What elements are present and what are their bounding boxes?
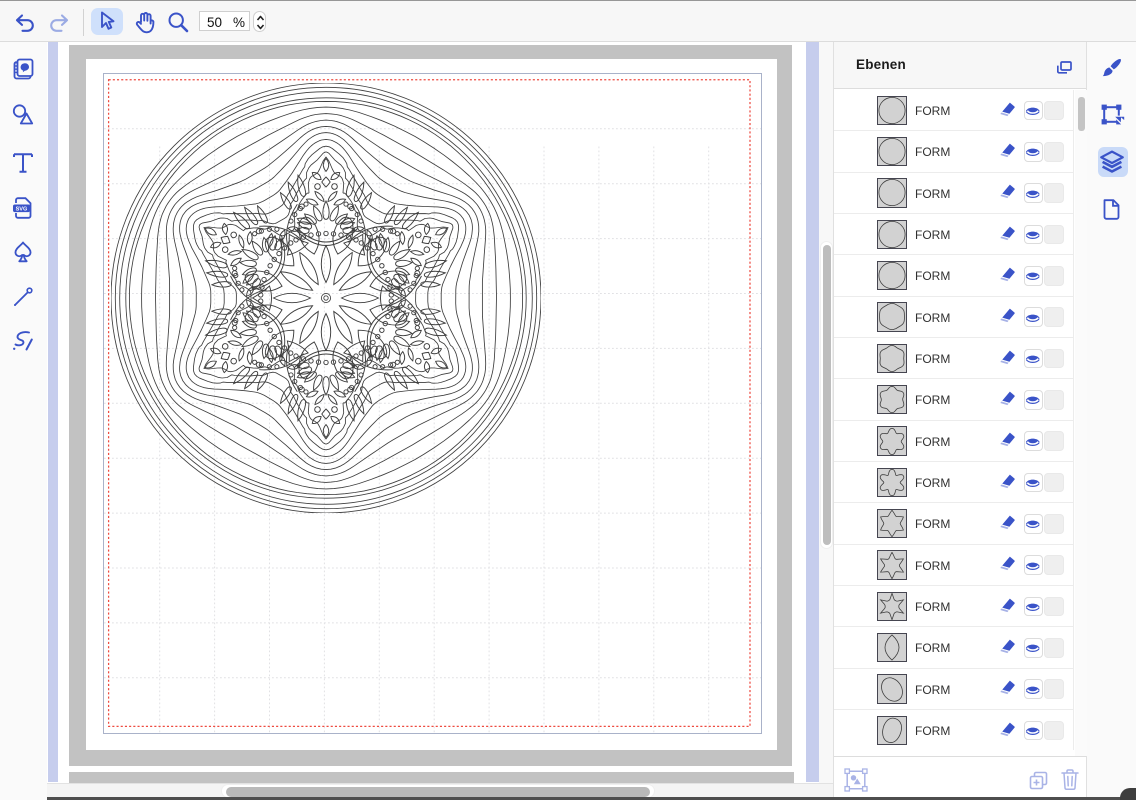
svg-text:SVG: SVG [16, 206, 28, 212]
